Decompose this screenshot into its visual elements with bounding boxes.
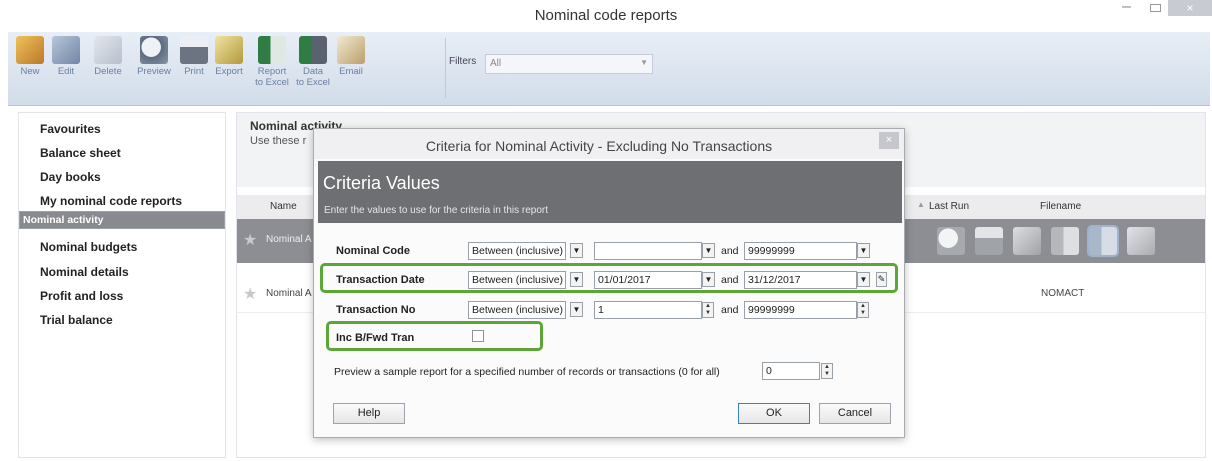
excel-report-icon[interactable] <box>1051 227 1079 255</box>
delete-button[interactable]: Delete <box>90 36 126 77</box>
report-to-excel-button[interactable]: Report to Excel <box>250 36 294 88</box>
preview-label: Preview <box>137 66 171 77</box>
excel-data-icon <box>299 36 327 64</box>
preview-button[interactable]: Preview <box>136 36 172 77</box>
export-button[interactable]: Export <box>211 36 247 77</box>
minimize-button[interactable]: – <box>1122 0 1131 16</box>
stepper-icon[interactable]: ▲ ▼ <box>702 302 714 318</box>
favourite-star-icon[interactable]: ★ <box>243 284 257 304</box>
filters-label: Filters <box>449 56 477 67</box>
nominal-code-label: Nominal Code <box>336 245 410 257</box>
delete-label: Delete <box>94 66 122 77</box>
delete-icon <box>94 36 122 64</box>
excel-report-icon <box>258 36 286 64</box>
chevron-down-icon[interactable]: ▼ <box>570 243 583 258</box>
data-to-excel-label-2: to Excel <box>296 77 330 88</box>
criteria-subheading: Enter the values to use for the criteria… <box>324 205 548 216</box>
sample-count-field[interactable]: 0 <box>762 362 820 380</box>
sidebar-item-nominal-activity[interactable]: Nominal activity <box>19 211 225 229</box>
dialog-title: Criteria for Nominal Activity - Excludin… <box>425 138 773 154</box>
sidebar-item-my-nominal-code-reports[interactable]: My nominal code reports <box>19 189 225 213</box>
dialog-close-button[interactable]: × <box>879 132 899 149</box>
edit-icon <box>52 36 80 64</box>
window-title: Nominal code reports <box>534 7 678 24</box>
excel-data-icon[interactable] <box>1087 225 1119 257</box>
sidebar-item-profit-and-loss[interactable]: Profit and loss <box>19 284 225 308</box>
email-label: Email <box>339 66 363 77</box>
ok-button[interactable]: OK <box>738 403 810 424</box>
dialog-title-bar: Criteria for Nominal Activity - Excludin… <box>314 129 904 159</box>
printer-icon[interactable] <box>975 227 1003 255</box>
email-icon <box>337 36 365 64</box>
row-name: Nominal A <box>266 288 312 299</box>
row-name: Nominal A <box>266 234 312 245</box>
email-icon[interactable] <box>1127 227 1155 255</box>
toolbar-divider <box>445 38 446 98</box>
column-name[interactable]: Name <box>270 201 297 212</box>
chevron-down-icon: ▼ <box>640 58 648 67</box>
sidebar-item-balance-sheet[interactable]: Balance sheet <box>19 141 225 165</box>
filters-value: All <box>490 58 502 69</box>
transaction-no-from-field[interactable]: 1 <box>594 301 702 319</box>
preview-icon[interactable] <box>937 227 965 255</box>
and-label: and <box>721 304 739 316</box>
export-label: Export <box>215 66 243 77</box>
edit-button[interactable]: Edit <box>48 36 84 77</box>
chevron-down-icon[interactable]: ▼ <box>570 302 583 317</box>
panel-subtitle: Use these r <box>250 135 307 147</box>
criteria-header-band: Criteria Values Enter the values to use … <box>318 161 902 223</box>
sidebar-item-favourites[interactable]: Favourites <box>19 117 225 141</box>
cancel-button[interactable]: Cancel <box>819 403 891 424</box>
report-to-excel-label-1: Report <box>257 66 287 77</box>
nominal-code-to-select[interactable]: 99999999 <box>744 242 857 260</box>
sort-up-icon: ▲ <box>917 200 925 209</box>
and-label: and <box>721 245 739 257</box>
toolbar: New Edit Delete Preview Print Export Rep… <box>8 32 1210 106</box>
criteria-heading: Criteria Values <box>323 173 440 193</box>
chevron-down-icon[interactable]: ▼ <box>702 243 715 258</box>
email-button[interactable]: Email <box>333 36 369 77</box>
report-to-excel-label-2: to Excel <box>255 77 289 88</box>
new-folder-icon <box>16 36 44 64</box>
data-to-excel-button[interactable]: Data to Excel <box>291 36 335 88</box>
column-filename[interactable]: Filename <box>1040 201 1081 212</box>
export-icon[interactable] <box>1013 227 1041 255</box>
preview-icon <box>140 36 168 64</box>
nominal-code-from-select[interactable] <box>594 242 702 260</box>
transaction-no-operator-select[interactable]: Between (inclusive) <box>468 301 566 319</box>
stepper-icon[interactable]: ▲ ▼ <box>857 302 869 318</box>
sidebar-item-trial-balance[interactable]: Trial balance <box>19 308 225 332</box>
sidebar-item-day-books[interactable]: Day books <box>19 165 225 189</box>
title-bar: Nominal code reports – × <box>0 0 1212 32</box>
help-button[interactable]: Help <box>333 403 405 424</box>
maximize-button[interactable] <box>1150 4 1161 12</box>
export-icon <box>215 36 243 64</box>
close-window-button[interactable]: × <box>1168 0 1212 16</box>
transaction-date-highlight <box>320 263 898 293</box>
filters-select[interactable]: All ▼ <box>485 54 653 74</box>
transaction-no-to-field[interactable]: 99999999 <box>744 301 857 319</box>
nominal-code-operator-select[interactable]: Between (inclusive) <box>468 242 566 260</box>
row-filename: NOMACT <box>1041 288 1085 299</box>
printer-icon <box>180 36 208 64</box>
stepper-icon[interactable]: ▲ ▼ <box>821 363 833 379</box>
favourite-star-icon[interactable]: ★ <box>243 230 257 250</box>
edit-label: Edit <box>57 66 75 77</box>
chevron-down-icon[interactable]: ▼ <box>857 243 870 258</box>
inc-bfwd-tran-highlight <box>326 321 543 351</box>
new-label: New <box>20 66 40 77</box>
sidebar-item-nominal-details[interactable]: Nominal details <box>19 260 225 284</box>
transaction-no-label: Transaction No <box>336 304 416 316</box>
data-to-excel-label-1: Data <box>302 66 324 77</box>
print-label: Print <box>184 66 204 77</box>
column-last-run[interactable]: Last Run <box>929 201 969 212</box>
sidebar-item-nominal-budgets[interactable]: Nominal budgets <box>19 235 225 259</box>
new-button[interactable]: New <box>12 36 48 77</box>
report-category-sidebar: Favourites Balance sheet Day books My no… <box>18 112 226 458</box>
sample-report-text: Preview a sample report for a specified … <box>334 366 720 378</box>
print-button[interactable]: Print <box>176 36 212 77</box>
